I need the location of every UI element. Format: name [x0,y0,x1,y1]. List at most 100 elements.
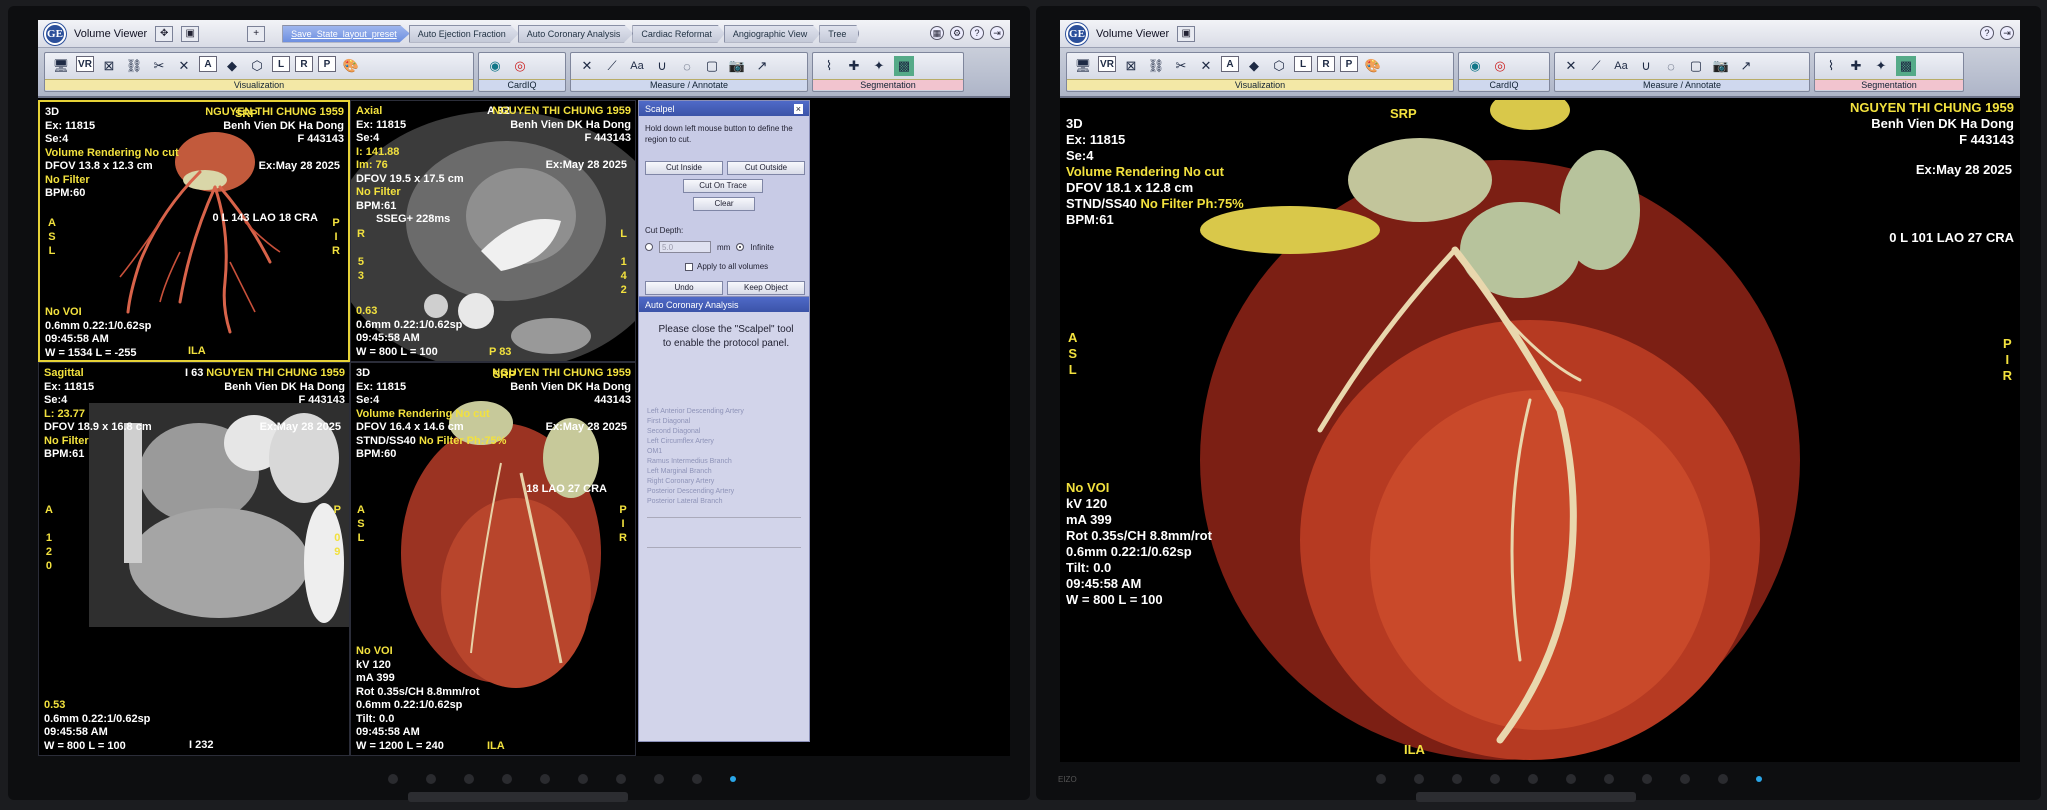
curve-icon[interactable]: ∪ [652,56,672,76]
help-icon[interactable]: ? [1980,26,1994,40]
bezel-button[interactable] [388,774,398,784]
target-icon[interactable]: ◎ [1490,56,1510,76]
box-icon[interactable]: ⬡ [1269,56,1289,76]
layout-icon[interactable]: ▣ [1177,25,1196,42]
seg-brush-icon[interactable]: ⌇ [1821,56,1841,76]
l-orient-icon[interactable]: L [1294,56,1312,72]
views-icon[interactable]: 🖥 [51,56,71,76]
p-orient-icon[interactable]: P [1340,56,1358,72]
reformat-icon[interactable]: ⊠ [99,56,119,76]
seg-brush-icon[interactable]: ⌇ [819,56,839,76]
viewport-3d-coronary[interactable]: 3D Ex: 11815 Se:4 Volume Rendering No cu… [38,100,350,362]
cross-measure-icon[interactable]: ✕ [577,56,597,76]
camera-icon[interactable]: 📷 [1711,56,1731,76]
cube-icon[interactable]: ◆ [1244,56,1264,76]
seg-view-icon[interactable]: ▩ [894,56,914,76]
bezel-button[interactable] [1528,774,1538,784]
bezel-button[interactable] [540,774,550,784]
arrow-icon[interactable]: ↗ [752,56,772,76]
cardiq-icon[interactable]: ◉ [485,56,505,76]
viewport-3d-heart[interactable]: 3D Ex: 11815 Se:4 Volume Rendering No cu… [350,362,636,756]
seg-add-icon[interactable]: ✚ [844,56,864,76]
seg-add-icon[interactable]: ✚ [1846,56,1866,76]
vr-icon[interactable]: VR [1098,56,1116,72]
clear-button[interactable]: Clear [693,197,755,211]
curve-icon[interactable]: ∪ [1636,56,1656,76]
help-icon[interactable]: ? [970,26,984,40]
tab-tree[interactable]: Tree [819,24,860,43]
box-roi-icon[interactable]: ▢ [1686,56,1706,76]
target-icon[interactable]: ◎ [510,56,530,76]
layout-icon[interactable]: ▣ [181,25,200,42]
cross-tool-icon[interactable]: ✕ [1196,56,1216,76]
bezel-button[interactable] [1680,774,1690,784]
bezel-button[interactable] [578,774,588,784]
tab-auto-coronary[interactable]: Auto Coronary Analysis [517,24,634,43]
views-icon[interactable]: 🖥 [1073,56,1093,76]
add-tab-icon[interactable]: + [247,25,266,42]
arrow-icon[interactable]: ↗ [1736,56,1756,76]
exit-icon[interactable]: ⇥ [990,26,1004,40]
text-icon[interactable]: Aa [1611,56,1631,76]
cursor-icon[interactable]: ✥ [155,25,174,42]
viewport-axial[interactable]: Axial Ex: 11815 Se:4 I: 141.88 Im: 76 DF… [350,100,636,362]
vr-icon[interactable]: VR [76,56,94,72]
app-title[interactable]: Volume Viewer [1096,28,1169,40]
viewport-sagittal[interactable]: Sagittal Ex: 11815 Se:4 L: 23.77 DFOV 18… [38,362,350,756]
bezel-button[interactable] [616,774,626,784]
bezel-button[interactable] [1490,774,1500,784]
palette-icon[interactable]: 🎨 [1363,56,1383,76]
cross-tool-icon[interactable]: ✕ [174,56,194,76]
bezel-button[interactable] [1452,774,1462,784]
l-orient-icon[interactable]: L [272,56,290,72]
bezel-button[interactable] [1642,774,1652,784]
bezel-button[interactable] [1414,774,1424,784]
bezel-button[interactable] [426,774,436,784]
r-orient-icon[interactable]: R [295,56,313,72]
tab-cardiac-reformat[interactable]: Cardiac Reformat [632,24,725,43]
box-icon[interactable]: ⬡ [247,56,267,76]
bezel-button[interactable] [654,774,664,784]
palette-icon[interactable]: 🎨 [341,56,361,76]
bezel-button[interactable] [1376,774,1386,784]
camera-icon[interactable]: 📷 [727,56,747,76]
depth-input[interactable]: 5.0 [659,241,711,253]
layout-grid-icon[interactable]: ▦ [930,26,944,40]
scalpel-tool-icon[interactable]: ✂ [1171,56,1191,76]
bezel-button[interactable] [1604,774,1614,784]
app-title[interactable]: Volume Viewer [74,28,147,40]
bezel-button[interactable] [692,774,702,784]
infinite-radio[interactable] [736,243,745,251]
tab-auto-ef[interactable]: Auto Ejection Fraction [408,24,519,43]
exit-icon[interactable]: ⇥ [2000,26,2014,40]
depth-radio[interactable] [645,243,653,251]
box-roi-icon[interactable]: ▢ [702,56,722,76]
reformat-icon[interactable]: ⊠ [1121,56,1141,76]
gear-icon[interactable]: ⚙ [950,26,964,40]
link-icon[interactable]: ⛓ [1146,56,1166,76]
ruler-icon[interactable]: ⟋ [1586,56,1606,76]
cardiq-icon[interactable]: ◉ [1465,56,1485,76]
viewport-3d-large[interactable]: 3D Ex: 11815 Se:4 Volume Rendering No cu… [1060,100,2020,762]
cross-measure-icon[interactable]: ✕ [1561,56,1581,76]
a-orient-icon[interactable]: A [1221,56,1239,72]
seg-view-icon[interactable]: ▩ [1896,56,1916,76]
bezel-button[interactable] [464,774,474,784]
cut-outside-button[interactable]: Cut Outside [727,161,805,175]
link-icon[interactable]: ⛓ [124,56,144,76]
roi-icon[interactable]: ◌ [677,56,697,76]
text-icon[interactable]: Aa [627,56,647,76]
p-orient-icon[interactable]: P [318,56,336,72]
seg-wand-icon[interactable]: ✦ [1871,56,1891,76]
roi-icon[interactable]: ◌ [1661,56,1681,76]
cut-on-trace-button[interactable]: Cut On Trace [683,179,763,193]
bezel-button[interactable] [1718,774,1728,784]
bezel-button[interactable] [1566,774,1576,784]
tab-angiographic[interactable]: Angiographic View [723,24,821,43]
bezel-button[interactable] [502,774,512,784]
apply-all-checkbox[interactable] [685,262,693,271]
scalpel-tool-icon[interactable]: ✂ [149,56,169,76]
cut-inside-button[interactable]: Cut Inside [645,161,723,175]
undo-button[interactable]: Undo [645,281,723,295]
seg-wand-icon[interactable]: ✦ [869,56,889,76]
